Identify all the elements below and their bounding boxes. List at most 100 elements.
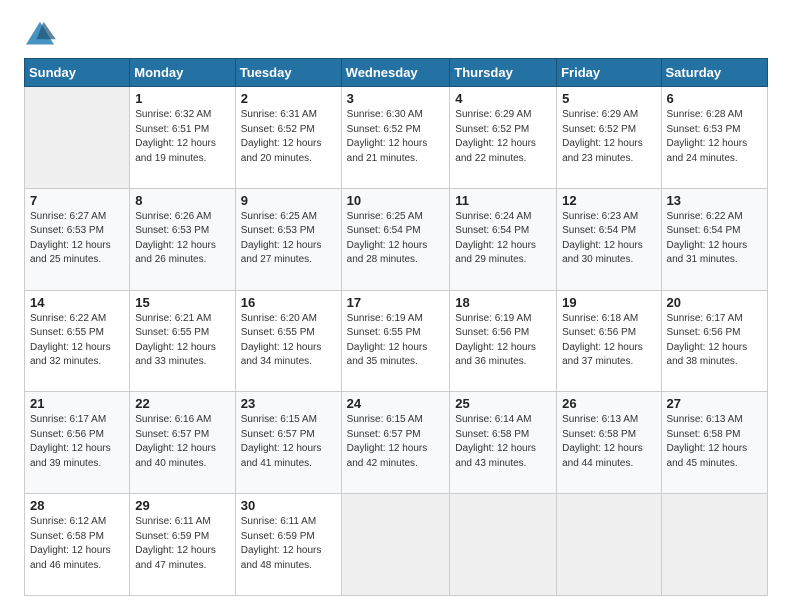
week-row-5: 28 Sunrise: 6:12 AM Sunset: 6:58 PM Dayli…	[25, 494, 768, 596]
day-info: Sunrise: 6:19 AM Sunset: 6:56 PM Dayligh…	[455, 312, 551, 370]
day-cell	[341, 494, 450, 596]
calendar-header-row: SundayMondayTuesdayWednesdayThursdayFrid…	[25, 59, 768, 87]
day-number: 20	[667, 295, 762, 310]
day-cell: 7 Sunrise: 6:27 AM Sunset: 6:53 PM Daylig…	[25, 188, 130, 290]
day-cell: 14 Sunrise: 6:22 AM Sunset: 6:55 PM Dayli…	[25, 290, 130, 392]
logo	[24, 20, 60, 48]
day-cell: 13 Sunrise: 6:22 AM Sunset: 6:54 PM Dayli…	[661, 188, 767, 290]
day-number: 3	[347, 91, 445, 106]
day-info: Sunrise: 6:26 AM Sunset: 6:53 PM Dayligh…	[135, 210, 230, 268]
day-number: 28	[30, 498, 124, 513]
day-cell: 30 Sunrise: 6:11 AM Sunset: 6:59 PM Dayli…	[235, 494, 341, 596]
week-row-1: 1 Sunrise: 6:32 AM Sunset: 6:51 PM Daylig…	[25, 87, 768, 189]
day-number: 26	[562, 396, 655, 411]
day-info: Sunrise: 6:28 AM Sunset: 6:53 PM Dayligh…	[667, 108, 762, 166]
day-info: Sunrise: 6:32 AM Sunset: 6:51 PM Dayligh…	[135, 108, 230, 166]
day-cell: 25 Sunrise: 6:14 AM Sunset: 6:58 PM Dayli…	[450, 392, 557, 494]
day-number: 10	[347, 193, 445, 208]
day-number: 30	[241, 498, 336, 513]
day-cell: 12 Sunrise: 6:23 AM Sunset: 6:54 PM Dayli…	[557, 188, 661, 290]
day-info: Sunrise: 6:12 AM Sunset: 6:58 PM Dayligh…	[30, 515, 124, 573]
day-info: Sunrise: 6:19 AM Sunset: 6:55 PM Dayligh…	[347, 312, 445, 370]
logo-icon	[24, 20, 56, 48]
day-cell	[450, 494, 557, 596]
day-number: 23	[241, 396, 336, 411]
day-info: Sunrise: 6:14 AM Sunset: 6:58 PM Dayligh…	[455, 413, 551, 471]
day-number: 11	[455, 193, 551, 208]
week-row-4: 21Sunrise: 6:17 AM Sunset: 6:56 PM Dayli…	[25, 392, 768, 494]
day-number: 21	[30, 396, 124, 411]
day-number: 22	[135, 396, 230, 411]
day-cell: 24Sunrise: 6:15 AM Sunset: 6:57 PM Dayli…	[341, 392, 450, 494]
day-cell: 16 Sunrise: 6:20 AM Sunset: 6:55 PM Dayli…	[235, 290, 341, 392]
day-cell: 11 Sunrise: 6:24 AM Sunset: 6:54 PM Dayli…	[450, 188, 557, 290]
day-cell: 19 Sunrise: 6:18 AM Sunset: 6:56 PM Dayli…	[557, 290, 661, 392]
day-number: 2	[241, 91, 336, 106]
day-number: 27	[667, 396, 762, 411]
day-cell: 26 Sunrise: 6:13 AM Sunset: 6:58 PM Dayli…	[557, 392, 661, 494]
day-cell: 17 Sunrise: 6:19 AM Sunset: 6:55 PM Dayli…	[341, 290, 450, 392]
day-number: 29	[135, 498, 230, 513]
day-cell: 20Sunrise: 6:17 AM Sunset: 6:56 PM Dayli…	[661, 290, 767, 392]
day-info: Sunrise: 6:29 AM Sunset: 6:52 PM Dayligh…	[455, 108, 551, 166]
day-number: 16	[241, 295, 336, 310]
week-row-3: 14 Sunrise: 6:22 AM Sunset: 6:55 PM Dayli…	[25, 290, 768, 392]
day-info: Sunrise: 6:11 AM Sunset: 6:59 PM Dayligh…	[135, 515, 230, 573]
day-cell: 15Sunrise: 6:21 AM Sunset: 6:55 PM Dayli…	[130, 290, 236, 392]
day-cell	[661, 494, 767, 596]
day-info: Sunrise: 6:24 AM Sunset: 6:54 PM Dayligh…	[455, 210, 551, 268]
day-cell: 21Sunrise: 6:17 AM Sunset: 6:56 PM Dayli…	[25, 392, 130, 494]
day-cell: 28 Sunrise: 6:12 AM Sunset: 6:58 PM Dayli…	[25, 494, 130, 596]
day-cell	[25, 87, 130, 189]
day-number: 19	[562, 295, 655, 310]
day-info: Sunrise: 6:22 AM Sunset: 6:54 PM Dayligh…	[667, 210, 762, 268]
column-header-wednesday: Wednesday	[341, 59, 450, 87]
day-number: 13	[667, 193, 762, 208]
day-info: Sunrise: 6:15 AM Sunset: 6:57 PM Dayligh…	[241, 413, 336, 471]
day-info: Sunrise: 6:13 AM Sunset: 6:58 PM Dayligh…	[562, 413, 655, 471]
day-number: 6	[667, 91, 762, 106]
week-row-2: 7 Sunrise: 6:27 AM Sunset: 6:53 PM Daylig…	[25, 188, 768, 290]
day-number: 9	[241, 193, 336, 208]
day-info: Sunrise: 6:15 AM Sunset: 6:57 PM Dayligh…	[347, 413, 445, 471]
day-info: Sunrise: 6:27 AM Sunset: 6:53 PM Dayligh…	[30, 210, 124, 268]
day-cell: 29 Sunrise: 6:11 AM Sunset: 6:59 PM Dayli…	[130, 494, 236, 596]
day-number: 5	[562, 91, 655, 106]
day-cell: 8Sunrise: 6:26 AM Sunset: 6:53 PM Daylig…	[130, 188, 236, 290]
day-info: Sunrise: 6:21 AM Sunset: 6:55 PM Dayligh…	[135, 312, 230, 370]
column-header-monday: Monday	[130, 59, 236, 87]
column-header-sunday: Sunday	[25, 59, 130, 87]
day-number: 14	[30, 295, 124, 310]
day-cell: 1 Sunrise: 6:32 AM Sunset: 6:51 PM Daylig…	[130, 87, 236, 189]
day-info: Sunrise: 6:25 AM Sunset: 6:54 PM Dayligh…	[347, 210, 445, 268]
day-info: Sunrise: 6:31 AM Sunset: 6:52 PM Dayligh…	[241, 108, 336, 166]
day-info: Sunrise: 6:29 AM Sunset: 6:52 PM Dayligh…	[562, 108, 655, 166]
day-number: 1	[135, 91, 230, 106]
day-info: Sunrise: 6:25 AM Sunset: 6:53 PM Dayligh…	[241, 210, 336, 268]
day-number: 17	[347, 295, 445, 310]
day-number: 7	[30, 193, 124, 208]
column-header-tuesday: Tuesday	[235, 59, 341, 87]
day-cell	[557, 494, 661, 596]
day-cell: 9 Sunrise: 6:25 AM Sunset: 6:53 PM Daylig…	[235, 188, 341, 290]
day-info: Sunrise: 6:18 AM Sunset: 6:56 PM Dayligh…	[562, 312, 655, 370]
day-cell: 18 Sunrise: 6:19 AM Sunset: 6:56 PM Dayli…	[450, 290, 557, 392]
day-cell: 23 Sunrise: 6:15 AM Sunset: 6:57 PM Dayli…	[235, 392, 341, 494]
day-cell: 3Sunrise: 6:30 AM Sunset: 6:52 PM Daylig…	[341, 87, 450, 189]
column-header-thursday: Thursday	[450, 59, 557, 87]
header	[24, 20, 768, 48]
day-number: 12	[562, 193, 655, 208]
day-number: 18	[455, 295, 551, 310]
day-info: Sunrise: 6:22 AM Sunset: 6:55 PM Dayligh…	[30, 312, 124, 370]
column-header-friday: Friday	[557, 59, 661, 87]
day-cell: 2 Sunrise: 6:31 AM Sunset: 6:52 PM Daylig…	[235, 87, 341, 189]
day-info: Sunrise: 6:20 AM Sunset: 6:55 PM Dayligh…	[241, 312, 336, 370]
day-number: 25	[455, 396, 551, 411]
day-cell: 5 Sunrise: 6:29 AM Sunset: 6:52 PM Daylig…	[557, 87, 661, 189]
day-info: Sunrise: 6:16 AM Sunset: 6:57 PM Dayligh…	[135, 413, 230, 471]
day-info: Sunrise: 6:11 AM Sunset: 6:59 PM Dayligh…	[241, 515, 336, 573]
day-cell: 22 Sunrise: 6:16 AM Sunset: 6:57 PM Dayli…	[130, 392, 236, 494]
calendar-table: SundayMondayTuesdayWednesdayThursdayFrid…	[24, 58, 768, 596]
day-info: Sunrise: 6:23 AM Sunset: 6:54 PM Dayligh…	[562, 210, 655, 268]
day-cell: 27Sunrise: 6:13 AM Sunset: 6:58 PM Dayli…	[661, 392, 767, 494]
